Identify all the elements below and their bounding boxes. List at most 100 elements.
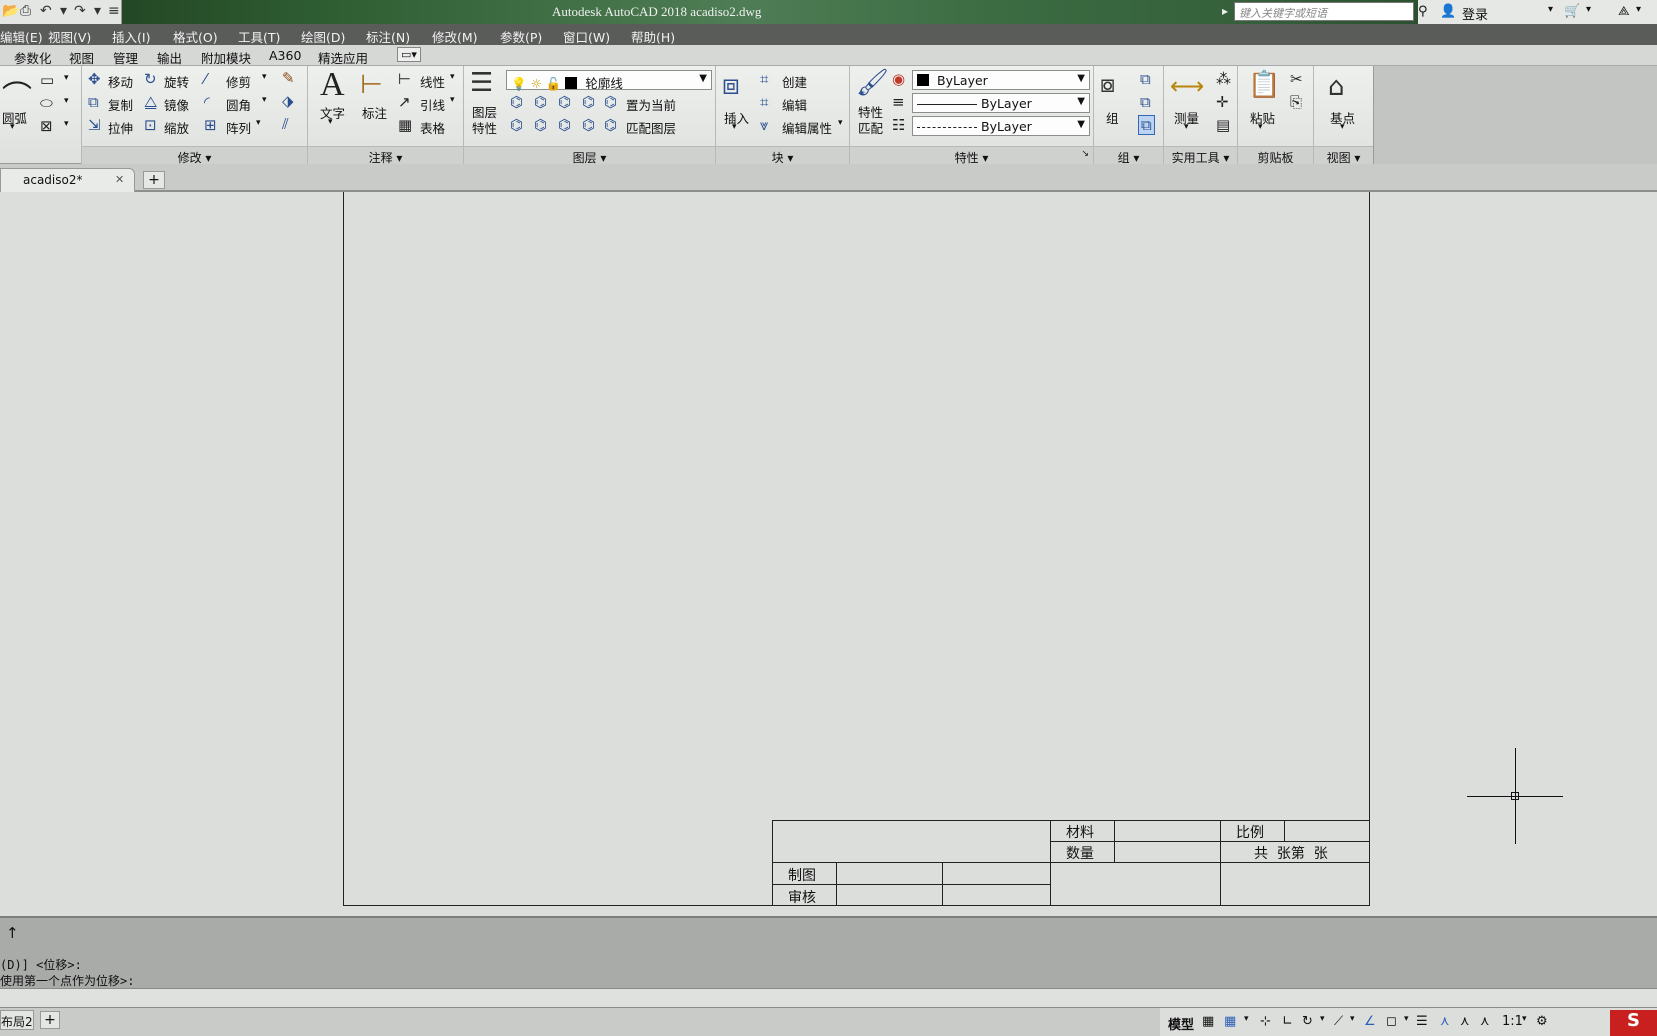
chevron-down-icon[interactable]: ▾ <box>1184 122 1189 132</box>
trim-icon[interactable]: ⁄ <box>204 70 207 88</box>
layer-freeze-icon[interactable]: ⌬ <box>558 93 571 111</box>
menu-modify[interactable]: 修改(M) <box>432 27 478 46</box>
ortho-icon[interactable]: ∟ <box>1282 1014 1293 1029</box>
rotate-icon[interactable]: ↻ <box>144 70 157 88</box>
point-icon[interactable]: ✛ <box>1216 93 1229 111</box>
menu-dimension[interactable]: 标注(N) <box>366 27 410 46</box>
close-icon[interactable]: ✕ <box>115 173 124 186</box>
binoculars-icon[interactable]: ⚲ <box>1418 4 1428 19</box>
chevron-down-icon[interactable]: ▾ <box>64 73 69 83</box>
chevron-down-icon[interactable]: ▾ <box>838 118 843 128</box>
array-button[interactable]: 阵列 <box>226 118 251 137</box>
redo-icon[interactable]: ↷ <box>74 3 86 19</box>
print-icon[interactable]: ⎙ <box>20 3 31 19</box>
panel-title-group[interactable]: 组 ▾ <box>1094 146 1163 165</box>
lineweight-icon[interactable]: ≡ <box>892 93 905 111</box>
snap-icon[interactable]: ▦ <box>1224 1014 1236 1029</box>
dropdown-arrow-icon[interactable]: ▾ <box>60 3 67 19</box>
grid-icon[interactable]: ▦ <box>1202 1014 1214 1029</box>
layer-properties-icon[interactable]: ☰ <box>470 68 493 98</box>
text-icon[interactable]: A <box>320 66 345 104</box>
fillet-icon[interactable]: ◜ <box>204 93 210 111</box>
leader-button[interactable]: 引线 <box>420 95 445 114</box>
mirror-icon[interactable]: ⧋ <box>144 93 157 111</box>
array-icon[interactable]: ⊞ <box>204 116 217 134</box>
edit-attribute-icon[interactable]: ⩔ <box>760 116 768 134</box>
layer-properties-label-2[interactable]: 特性 <box>472 118 497 137</box>
isodraft-icon[interactable]: ⟋ <box>1334 1014 1343 1029</box>
chevron-down-icon[interactable]: ▾ <box>1340 122 1345 132</box>
trim-button[interactable]: 修剪 <box>226 72 251 91</box>
table-icon[interactable]: ▦ <box>398 116 412 134</box>
login-link[interactable]: 登录 <box>1462 4 1488 23</box>
object-snap-tracking-icon[interactable]: ∠ <box>1364 1014 1376 1029</box>
move-button[interactable]: 移动 <box>108 72 133 91</box>
match-layer-button[interactable]: 匹配图层 <box>626 118 676 137</box>
chevron-down-icon[interactable]: ▾ <box>732 122 737 132</box>
create-block-icon[interactable]: ⌗ <box>760 70 768 88</box>
tab-view[interactable]: 视图 <box>69 48 94 67</box>
rectangle-icon[interactable]: ▭ <box>40 71 54 89</box>
menu-help[interactable]: 帮助(H) <box>631 27 675 46</box>
scale-icon[interactable]: ⊡ <box>144 116 157 134</box>
scale-button[interactable]: 缩放 <box>164 118 189 137</box>
layer-lock-icon[interactable]: ⌬ <box>582 93 595 111</box>
layer-on-icon[interactable]: ⌬ <box>510 116 523 134</box>
chevron-down-icon[interactable]: ▾ <box>450 72 455 82</box>
object-snap-icon[interactable]: ◻ <box>1386 1014 1397 1029</box>
match-properties-icon[interactable]: 🖌 <box>856 68 889 98</box>
chevron-down-icon[interactable]: ▾ <box>1350 1014 1355 1024</box>
lineweight-dropdown[interactable]: ByLayer ▼ <box>912 93 1090 113</box>
search-input[interactable]: 键入关键字或短语 <box>1234 2 1414 21</box>
layout-tab[interactable]: 布局2 <box>0 1010 34 1030</box>
copy-clip-icon[interactable]: ⎘ <box>1290 93 1302 111</box>
tab-manage[interactable]: 管理 <box>113 48 138 67</box>
group-button[interactable]: 组 <box>1106 108 1119 127</box>
up-arrow-icon[interactable]: ↑ <box>6 924 19 942</box>
menu-insert[interactable]: 插入(I) <box>112 27 150 46</box>
panel-title-modify[interactable]: 修改 ▾ <box>82 146 307 165</box>
color-dropdown[interactable]: ByLayer ▼ <box>912 70 1090 90</box>
layer-unisolate-icon[interactable]: ⌬ <box>534 116 547 134</box>
tab-output[interactable]: 输出 <box>157 48 182 67</box>
edit-block-button[interactable]: 编辑 <box>782 95 807 114</box>
tab-featured-apps[interactable]: 精选应用 <box>318 48 368 67</box>
chevron-down-icon[interactable]: ▾ <box>450 95 455 105</box>
chevron-down-icon[interactable]: ▾ <box>64 119 69 129</box>
measure-icon[interactable]: ⟷ <box>1170 72 1204 100</box>
drawing-canvas[interactable] <box>0 192 1657 916</box>
undo-icon[interactable]: ↶ <box>40 3 52 19</box>
group-icon[interactable]: ⧇ <box>1100 70 1115 98</box>
calculator-icon[interactable]: ▤ <box>1216 116 1230 134</box>
color-wheel-icon[interactable]: ◉ <box>892 70 905 88</box>
annotation-scale-value[interactable]: 1:1 <box>1502 1014 1523 1029</box>
panel-title-block[interactable]: 块 ▾ <box>716 146 849 165</box>
group-edit-icon[interactable]: ⧉ <box>1140 93 1151 111</box>
auto-scale-icon[interactable]: ⋏ <box>1460 1014 1470 1029</box>
menu-draw[interactable]: 绘图(D) <box>301 27 345 46</box>
annotation-visibility-icon[interactable]: ⋏ <box>1440 1014 1450 1029</box>
dialog-launcher-icon[interactable]: ↘ <box>1081 149 1089 159</box>
offset-icon[interactable]: ⫽ <box>282 115 289 133</box>
insert-block-icon[interactable]: ⧈ <box>722 68 740 102</box>
search-expand-icon[interactable]: ▸ <box>1222 4 1228 18</box>
tab-a360[interactable]: A360 <box>269 48 301 63</box>
ellipse-icon[interactable]: ⬭ <box>40 94 53 112</box>
ungroup-icon[interactable]: ⧉ <box>1140 70 1151 88</box>
chevron-down-icon[interactable]: ▾ <box>328 117 333 127</box>
ribbon-minimize-icon[interactable]: ▭▾ <box>397 47 421 62</box>
triangle-network-icon[interactable]: ⟁ <box>1618 4 1630 19</box>
doc-tab-active[interactable]: acadiso2* ✕ <box>0 168 135 192</box>
menu-window[interactable]: 窗口(W) <box>563 27 610 46</box>
cart-icon[interactable]: 🛒 <box>1564 4 1580 19</box>
gear-icon[interactable]: ⚙ <box>1536 1014 1548 1029</box>
leader-icon[interactable]: ↗ <box>398 93 411 111</box>
match-properties-label-2[interactable]: 匹配 <box>858 118 883 137</box>
menu-format[interactable]: 格式(O) <box>173 27 218 46</box>
linetype-dropdown[interactable]: ByLayer ▼ <box>912 116 1090 136</box>
tab-parametric[interactable]: 参数化 <box>14 48 52 67</box>
panel-title-utilities[interactable]: 实用工具 ▾ <box>1164 146 1237 165</box>
create-block-button[interactable]: 创建 <box>782 72 807 91</box>
fillet-button[interactable]: 圆角 <box>226 95 251 114</box>
chevron-down-icon[interactable]: ▾ <box>10 122 15 132</box>
